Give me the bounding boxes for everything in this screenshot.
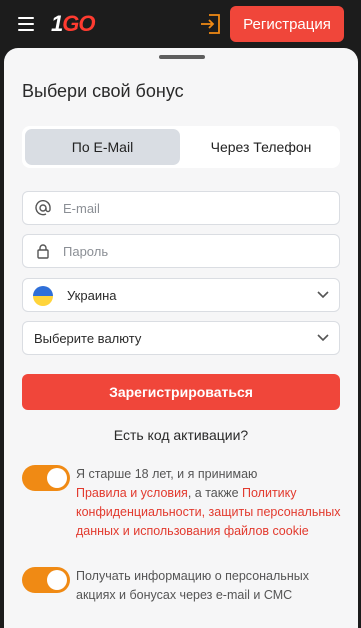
tab-phone[interactable]: Через Телефон bbox=[185, 129, 337, 165]
register-button[interactable]: Регистрация bbox=[230, 6, 344, 42]
chevron-down-icon bbox=[317, 291, 329, 299]
menu-icon[interactable] bbox=[18, 17, 34, 31]
at-icon bbox=[35, 200, 51, 216]
email-placeholder: E-mail bbox=[63, 201, 100, 216]
password-field[interactable]: Пароль bbox=[22, 234, 340, 268]
terms-link[interactable]: Правила и условия bbox=[76, 486, 188, 500]
registration-sheet: Выбери свой бонус По E-Mail Через Телефо… bbox=[4, 48, 358, 628]
news-consent-toggle[interactable] bbox=[22, 567, 70, 593]
lock-icon bbox=[37, 244, 49, 259]
tab-email[interactable]: По E-Mail bbox=[25, 129, 180, 165]
currency-select[interactable]: Выберите валюту bbox=[22, 321, 340, 355]
activation-code-link[interactable]: Есть код активации? bbox=[4, 427, 358, 443]
logo[interactable]: 1GO bbox=[51, 11, 95, 37]
age-consent-text: Я старше 18 лет, и я принимаю Правила и … bbox=[76, 467, 341, 538]
country-value: Украина bbox=[67, 288, 117, 303]
login-icon[interactable] bbox=[199, 12, 223, 36]
age-consent-toggle[interactable] bbox=[22, 465, 70, 491]
news-consent-text: Получать информацию о персональных акция… bbox=[76, 569, 309, 602]
top-bar: 1GO Регистрация bbox=[0, 0, 361, 48]
currency-value: Выберите валюту bbox=[34, 331, 142, 346]
form-title: Выбери свой бонус bbox=[22, 81, 184, 101]
email-field[interactable]: E-mail bbox=[22, 191, 340, 225]
country-select[interactable]: Украина bbox=[22, 278, 340, 312]
chevron-down-icon bbox=[317, 334, 329, 342]
password-placeholder: Пароль bbox=[63, 244, 109, 259]
drag-handle[interactable] bbox=[159, 55, 205, 59]
registration-tabs: По E-Mail Через Телефон bbox=[22, 126, 340, 168]
submit-register-button[interactable]: Зарегистрироваться bbox=[22, 374, 340, 410]
ukraine-flag-icon bbox=[33, 286, 53, 306]
